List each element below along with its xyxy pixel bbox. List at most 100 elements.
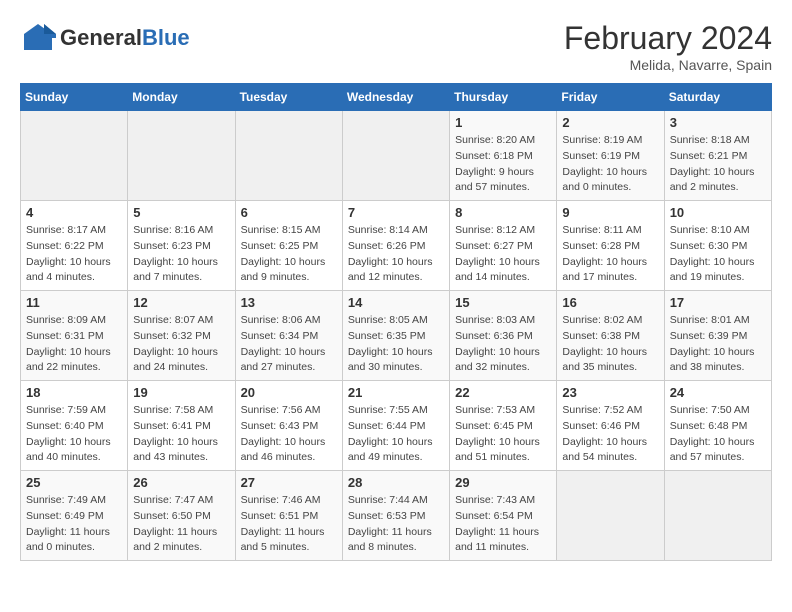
day-number: 28 [348, 475, 444, 490]
day-number: 6 [241, 205, 337, 220]
day-number: 15 [455, 295, 551, 310]
calendar-table: SundayMondayTuesdayWednesdayThursdayFrid… [20, 83, 772, 561]
day-info: Sunrise: 8:20 AM Sunset: 6:18 PM Dayligh… [455, 133, 551, 196]
day-info: Sunrise: 8:06 AM Sunset: 6:34 PM Dayligh… [241, 313, 337, 376]
day-info: Sunrise: 7:58 AM Sunset: 6:41 PM Dayligh… [133, 403, 229, 466]
calendar-cell: 1 Sunrise: 8:20 AM Sunset: 6:18 PM Daylig… [450, 111, 557, 201]
calendar-row: 18Sunrise: 7:59 AM Sunset: 6:40 PM Dayli… [21, 381, 772, 471]
calendar-cell [128, 111, 235, 201]
day-number: 10 [670, 205, 766, 220]
day-info: Sunrise: 8:11 AM Sunset: 6:28 PM Dayligh… [562, 223, 658, 286]
calendar-cell: 3Sunrise: 8:18 AM Sunset: 6:21 PM Daylig… [664, 111, 771, 201]
calendar-cell: 6 Sunrise: 8:15 AM Sunset: 6:25 PM Daylig… [235, 201, 342, 291]
calendar-cell [557, 471, 664, 561]
day-number: 9 [562, 205, 658, 220]
day-number: 17 [670, 295, 766, 310]
weekday-header: Tuesday [235, 84, 342, 111]
day-info: Sunrise: 7:52 AM Sunset: 6:46 PM Dayligh… [562, 403, 658, 466]
calendar-cell: 12 Sunrise: 8:07 AM Sunset: 6:32 PM Dayli… [128, 291, 235, 381]
day-info: Sunrise: 8:16 AM Sunset: 6:23 PM Dayligh… [133, 223, 229, 286]
calendar-cell [342, 111, 449, 201]
day-info: Sunrise: 8:12 AM Sunset: 6:27 PM Dayligh… [455, 223, 551, 286]
day-number: 1 [455, 115, 551, 130]
logo-blue: Blue [142, 25, 190, 50]
day-number: 24 [670, 385, 766, 400]
day-info: Sunrise: 8:17 AM Sunset: 6:22 PM Dayligh… [26, 223, 122, 286]
calendar-row: 11 Sunrise: 8:09 AM Sunset: 6:31 PM Dayli… [21, 291, 772, 381]
logo-icon [20, 20, 56, 56]
calendar-cell: 23 Sunrise: 7:52 AM Sunset: 6:46 PM Dayli… [557, 381, 664, 471]
day-number: 13 [241, 295, 337, 310]
day-number: 4 [26, 205, 122, 220]
calendar-cell: 14Sunrise: 8:05 AM Sunset: 6:35 PM Dayli… [342, 291, 449, 381]
calendar-cell: 29Sunrise: 7:43 AM Sunset: 6:54 PM Dayli… [450, 471, 557, 561]
weekday-header: Wednesday [342, 84, 449, 111]
calendar-cell: 11 Sunrise: 8:09 AM Sunset: 6:31 PM Dayli… [21, 291, 128, 381]
logo: GeneralBlue [20, 20, 190, 56]
calendar-row: 25Sunrise: 7:49 AM Sunset: 6:49 PM Dayli… [21, 471, 772, 561]
day-info: Sunrise: 7:49 AM Sunset: 6:49 PM Dayligh… [26, 493, 122, 556]
day-info: Sunrise: 7:53 AM Sunset: 6:45 PM Dayligh… [455, 403, 551, 466]
page-header: GeneralBlue February 2024 Melida, Navarr… [20, 20, 772, 73]
calendar-cell [21, 111, 128, 201]
day-number: 2 [562, 115, 658, 130]
day-info: Sunrise: 8:19 AM Sunset: 6:19 PM Dayligh… [562, 133, 658, 196]
day-number: 21 [348, 385, 444, 400]
calendar-cell: 10 Sunrise: 8:10 AM Sunset: 6:30 PM Dayli… [664, 201, 771, 291]
day-info: Sunrise: 7:43 AM Sunset: 6:54 PM Dayligh… [455, 493, 551, 556]
day-number: 19 [133, 385, 229, 400]
calendar-cell: 4 Sunrise: 8:17 AM Sunset: 6:22 PM Daylig… [21, 201, 128, 291]
calendar-cell: 5 Sunrise: 8:16 AM Sunset: 6:23 PM Daylig… [128, 201, 235, 291]
day-number: 5 [133, 205, 229, 220]
weekday-header: Thursday [450, 84, 557, 111]
calendar-cell [664, 471, 771, 561]
weekday-header: Saturday [664, 84, 771, 111]
day-number: 12 [133, 295, 229, 310]
calendar-cell: 19 Sunrise: 7:58 AM Sunset: 6:41 PM Dayli… [128, 381, 235, 471]
calendar-cell: 27Sunrise: 7:46 AM Sunset: 6:51 PM Dayli… [235, 471, 342, 561]
day-number: 16 [562, 295, 658, 310]
day-number: 20 [241, 385, 337, 400]
calendar-cell: 13 Sunrise: 8:06 AM Sunset: 6:34 PM Dayli… [235, 291, 342, 381]
calendar-cell [235, 111, 342, 201]
weekday-header: Monday [128, 84, 235, 111]
calendar-cell: 15Sunrise: 8:03 AM Sunset: 6:36 PM Dayli… [450, 291, 557, 381]
day-number: 11 [26, 295, 122, 310]
calendar-body: 1 Sunrise: 8:20 AM Sunset: 6:18 PM Daylig… [21, 111, 772, 561]
calendar-cell: 7Sunrise: 8:14 AM Sunset: 6:26 PM Daylig… [342, 201, 449, 291]
location: Melida, Navarre, Spain [564, 57, 772, 73]
day-info: Sunrise: 8:07 AM Sunset: 6:32 PM Dayligh… [133, 313, 229, 376]
day-info: Sunrise: 7:56 AM Sunset: 6:43 PM Dayligh… [241, 403, 337, 466]
day-info: Sunrise: 7:47 AM Sunset: 6:50 PM Dayligh… [133, 493, 229, 556]
calendar-cell: 16 Sunrise: 8:02 AM Sunset: 6:38 PM Dayli… [557, 291, 664, 381]
calendar-cell: 21 Sunrise: 7:55 AM Sunset: 6:44 PM Dayli… [342, 381, 449, 471]
month-title: February 2024 [564, 20, 772, 57]
calendar-cell: 17 Sunrise: 8:01 AM Sunset: 6:39 PM Dayli… [664, 291, 771, 381]
day-info: Sunrise: 8:18 AM Sunset: 6:21 PM Dayligh… [670, 133, 766, 196]
day-info: Sunrise: 7:55 AM Sunset: 6:44 PM Dayligh… [348, 403, 444, 466]
calendar-cell: 22 Sunrise: 7:53 AM Sunset: 6:45 PM Dayli… [450, 381, 557, 471]
calendar-cell: 26Sunrise: 7:47 AM Sunset: 6:50 PM Dayli… [128, 471, 235, 561]
calendar-cell: 28 Sunrise: 7:44 AM Sunset: 6:53 PM Dayli… [342, 471, 449, 561]
day-info: Sunrise: 8:15 AM Sunset: 6:25 PM Dayligh… [241, 223, 337, 286]
calendar-row: 1 Sunrise: 8:20 AM Sunset: 6:18 PM Daylig… [21, 111, 772, 201]
day-info: Sunrise: 8:10 AM Sunset: 6:30 PM Dayligh… [670, 223, 766, 286]
day-info: Sunrise: 8:05 AM Sunset: 6:35 PM Dayligh… [348, 313, 444, 376]
day-number: 22 [455, 385, 551, 400]
weekday-header: Sunday [21, 84, 128, 111]
calendar-row: 4 Sunrise: 8:17 AM Sunset: 6:22 PM Daylig… [21, 201, 772, 291]
calendar-cell: 25Sunrise: 7:49 AM Sunset: 6:49 PM Dayli… [21, 471, 128, 561]
weekday-header: Friday [557, 84, 664, 111]
day-info: Sunrise: 8:01 AM Sunset: 6:39 PM Dayligh… [670, 313, 766, 376]
calendar-cell: 20 Sunrise: 7:56 AM Sunset: 6:43 PM Dayli… [235, 381, 342, 471]
day-number: 23 [562, 385, 658, 400]
day-info: Sunrise: 8:09 AM Sunset: 6:31 PM Dayligh… [26, 313, 122, 376]
day-info: Sunrise: 7:44 AM Sunset: 6:53 PM Dayligh… [348, 493, 444, 556]
calendar-cell: 8Sunrise: 8:12 AM Sunset: 6:27 PM Daylig… [450, 201, 557, 291]
day-info: Sunrise: 8:02 AM Sunset: 6:38 PM Dayligh… [562, 313, 658, 376]
day-number: 7 [348, 205, 444, 220]
calendar-header: SundayMondayTuesdayWednesdayThursdayFrid… [21, 84, 772, 111]
title-block: February 2024 Melida, Navarre, Spain [564, 20, 772, 73]
calendar-cell: 2 Sunrise: 8:19 AM Sunset: 6:19 PM Daylig… [557, 111, 664, 201]
weekday-header-row: SundayMondayTuesdayWednesdayThursdayFrid… [21, 84, 772, 111]
